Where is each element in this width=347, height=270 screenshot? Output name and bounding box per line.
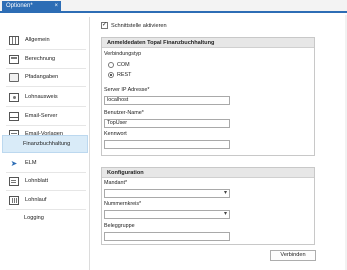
user-label: Benutzer-Name* bbox=[104, 110, 144, 116]
tab-title: Optionen* bbox=[6, 3, 33, 9]
sidebar-item-label: Lohnausweis bbox=[25, 94, 58, 100]
divider bbox=[6, 49, 86, 50]
server-label: Server IP Adresse* bbox=[104, 87, 150, 93]
radio-com-label: COM bbox=[117, 62, 130, 68]
sidebar-item-logging[interactable]: Logging bbox=[4, 210, 90, 226]
beleggruppe-input[interactable] bbox=[104, 232, 230, 241]
password-input[interactable] bbox=[104, 140, 230, 149]
sidebar-item-label: Lohnblatt bbox=[25, 178, 49, 184]
mandant-dropdown[interactable] bbox=[104, 189, 230, 198]
sidebar-item-pfadangaben[interactable]: Pfadangaben bbox=[4, 69, 90, 85]
grid-icon bbox=[9, 35, 19, 45]
folder-icon bbox=[9, 72, 19, 82]
sidebar-item-label: Finanzbuchhaltung bbox=[23, 141, 71, 147]
mail-icon bbox=[9, 111, 19, 121]
radio-rest[interactable]: REST bbox=[108, 72, 131, 78]
elm-icon: ➤ bbox=[10, 158, 18, 168]
nummernkreis-label: Nummernkreis* bbox=[104, 201, 142, 207]
divider bbox=[6, 86, 86, 87]
tab-strip: Optionen* × bbox=[0, 0, 347, 13]
sidebar-item-lohnblatt[interactable]: Lohnblatt bbox=[4, 173, 90, 189]
divider bbox=[6, 106, 86, 107]
password-label: Kennwort bbox=[104, 131, 127, 137]
connect-button[interactable]: Verbinden bbox=[270, 250, 316, 261]
sidebar-item-label: Berechnung bbox=[25, 56, 56, 62]
sidebar-item-finanzbuchhaltung[interactable]: Finanzbuchhaltung bbox=[2, 135, 88, 153]
sidebar-item-lohnausweis[interactable]: Lohnausweis bbox=[4, 89, 90, 105]
sidebar-item-label: Pfadangaben bbox=[25, 74, 59, 80]
sidebar-item-label: ELM bbox=[25, 160, 37, 166]
calculator-icon bbox=[9, 54, 19, 64]
sidebar-item-elm[interactable]: ➤ ELM bbox=[4, 155, 90, 171]
sidebar-item-label: Lohnlauf bbox=[25, 197, 47, 203]
user-input[interactable]: TopUser bbox=[104, 119, 230, 128]
mandant-label: Mandant* bbox=[104, 180, 128, 186]
radio-rest-label: REST bbox=[117, 72, 132, 78]
server-input[interactable]: localhost bbox=[104, 96, 230, 105]
sidebar-item-berechnung[interactable]: Berechnung bbox=[4, 51, 90, 67]
run-icon bbox=[9, 195, 19, 205]
radio-com[interactable]: COM bbox=[108, 62, 130, 68]
tab-optionen[interactable]: Optionen* × bbox=[2, 1, 61, 12]
radio-button-selected[interactable] bbox=[108, 72, 114, 78]
login-group-title: Anmeldedaten Topal Finanzbuchhaltung bbox=[102, 38, 314, 48]
sheet-icon bbox=[9, 176, 19, 186]
radio-button[interactable] bbox=[108, 62, 114, 68]
connection-type-label: Verbindungstyp bbox=[104, 51, 142, 57]
sidebar-item-label: Allgemein bbox=[25, 37, 50, 43]
sidebar-item-label: Email-Server bbox=[25, 113, 58, 119]
beleggruppe-label: Beleggruppe bbox=[104, 223, 135, 229]
sidebar-item-allgemein[interactable]: Allgemein bbox=[4, 32, 90, 48]
sidebar-item-label: Logging bbox=[24, 215, 44, 221]
sidebar: Allgemein Berechnung Pfadangaben Lohnaus… bbox=[0, 17, 90, 270]
sidebar-item-lohnlauf[interactable]: Lohnlauf bbox=[4, 192, 90, 208]
config-group-title: Konfiguration bbox=[102, 168, 314, 178]
divider bbox=[6, 190, 86, 191]
sidebar-item-email-server[interactable]: Email-Server bbox=[4, 108, 90, 124]
interface-checkbox[interactable]: ✓ bbox=[101, 22, 108, 29]
money-icon bbox=[9, 92, 19, 102]
nummernkreis-dropdown[interactable] bbox=[104, 210, 230, 219]
close-icon[interactable]: × bbox=[54, 1, 58, 12]
interface-checkbox-label: Schnittstelle aktivieren bbox=[111, 22, 167, 29]
interface-toggle[interactable]: ✓ Schnittstelle aktivieren bbox=[101, 22, 167, 29]
